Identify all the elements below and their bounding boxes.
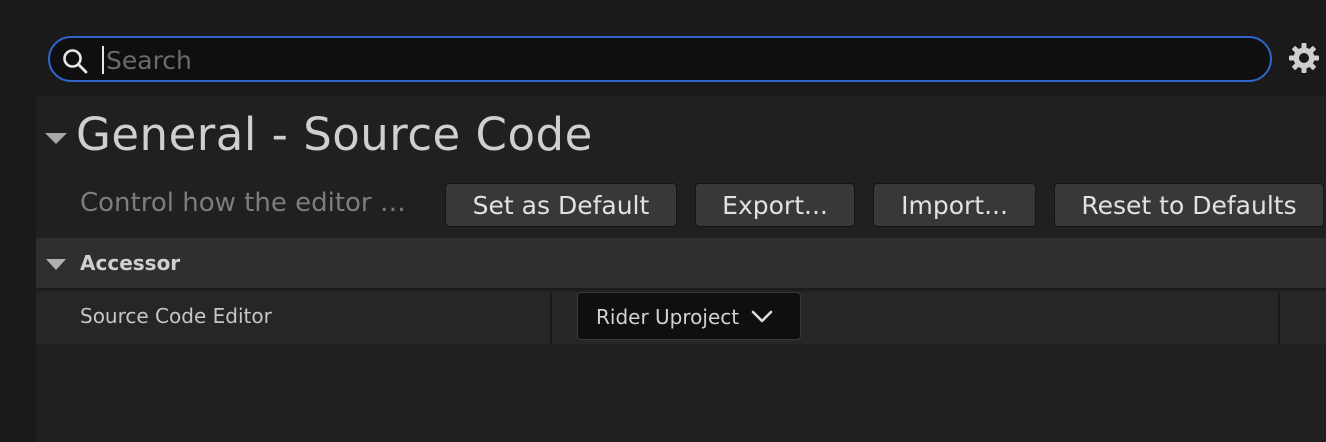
reset-to-defaults-button[interactable]: Reset to Defaults <box>1054 183 1324 227</box>
search-box[interactable] <box>48 36 1272 82</box>
export-button[interactable]: Export... <box>695 183 855 227</box>
dropdown-value: Rider Uproject <box>596 305 740 329</box>
page-title: General - Source Code <box>76 108 593 161</box>
chevron-down-icon <box>751 310 773 323</box>
search-bar-area <box>0 0 1326 96</box>
source-code-editor-dropdown[interactable]: Rider Uproject <box>577 292 801 340</box>
section-header[interactable]: General - Source Code <box>36 96 1326 178</box>
column-divider[interactable] <box>1278 292 1280 344</box>
details-panel: General - Source Code Control how the ed… <box>36 96 1326 442</box>
import-button[interactable]: Import... <box>873 183 1036 227</box>
gear-icon[interactable] <box>1286 40 1322 76</box>
set-as-default-button[interactable]: Set as Default <box>445 183 677 227</box>
search-input[interactable] <box>106 42 1246 78</box>
property-label: Source Code Editor <box>80 304 272 328</box>
category-accessor[interactable]: Accessor <box>36 238 1326 290</box>
text-caret <box>102 46 104 74</box>
triangle-down-icon[interactable] <box>45 133 67 144</box>
column-divider[interactable] <box>550 292 552 344</box>
section-description: Control how the editor ac... <box>80 188 410 218</box>
search-icon <box>63 49 88 74</box>
property-row-source-code-editor: Source Code Editor Rider Uproject <box>36 292 1326 344</box>
triangle-down-icon[interactable] <box>46 259 66 270</box>
category-label: Accessor <box>80 251 181 275</box>
editor-preferences-window: General - Source Code Control how the ed… <box>0 0 1326 442</box>
